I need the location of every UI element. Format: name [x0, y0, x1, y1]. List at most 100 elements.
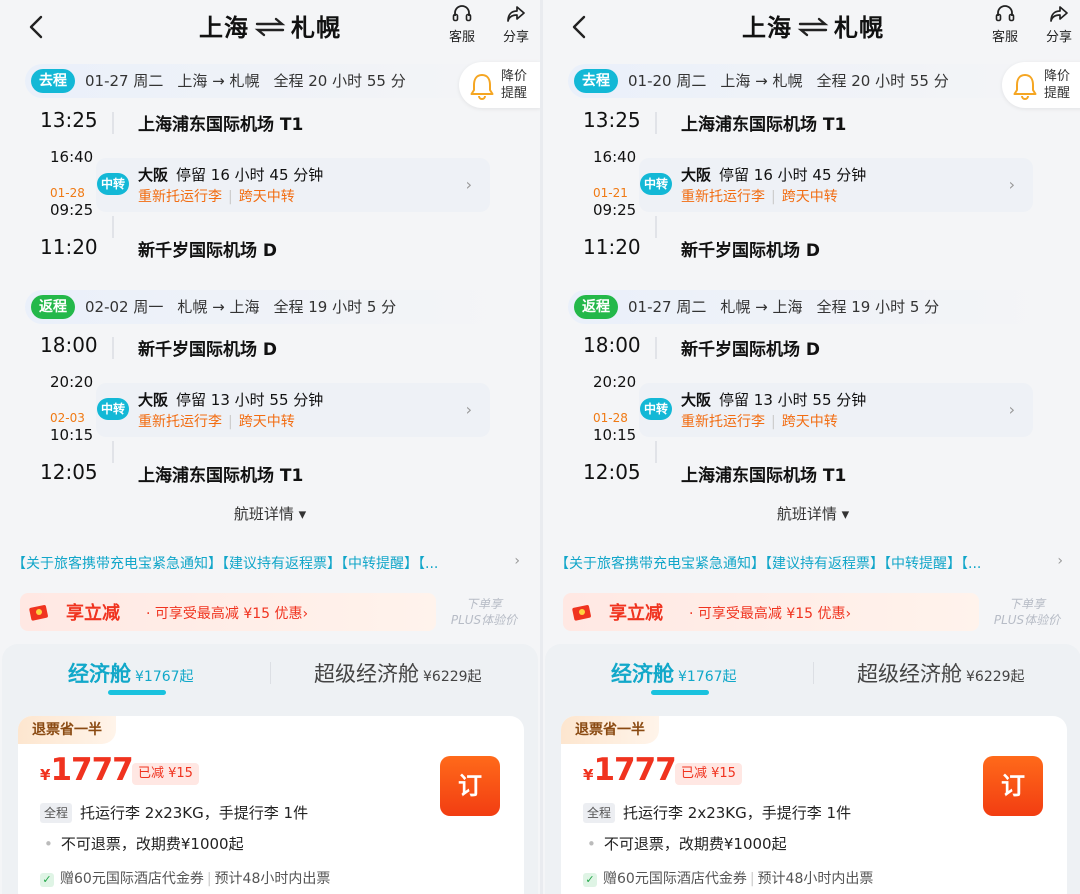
timeline-line	[655, 112, 657, 134]
return-arrival-airport: 上海浦东国际机场 T1	[138, 466, 304, 486]
return-route: 札幌 → 上海	[177, 298, 260, 316]
timeline-line	[655, 216, 657, 238]
discount-badge: 已减 ¥15	[132, 763, 199, 785]
share-icon	[507, 6, 525, 22]
bell-icon	[1013, 74, 1037, 100]
outbound-departure-airport: 上海浦东国际机场 T1	[138, 115, 304, 135]
chevron-right-icon: ›	[465, 175, 472, 194]
notice-bar[interactable]: 【关于旅客携带充电宝紧急通知】【建议持有返程票】【中转提醒】【... ›	[12, 553, 532, 577]
economy-price: ¥1767起	[678, 669, 737, 685]
chevron-right-icon: ›	[1008, 175, 1015, 194]
return-departure-airport: 新千岁国际机场 D	[138, 340, 278, 360]
price-amount: 1777	[593, 752, 676, 788]
header: 上海 札幌 客服 分享	[543, 0, 1080, 60]
bell-icon	[470, 74, 494, 100]
headset-icon	[995, 5, 1015, 22]
return-transfer-card[interactable]: 中转 大阪 停留 13 小时 55 分钟 重新托运行李 | 跨天中转 ›	[639, 383, 1033, 437]
customer-service-button[interactable]: 客服	[440, 4, 484, 45]
full-trip-tag: 全程	[40, 803, 73, 823]
baggage-info: 全程 托运行李 2x23KG，手提行李 1件	[583, 802, 851, 823]
coupon-icon	[572, 605, 591, 621]
outbound-transfer-card[interactable]: 中转 大阪 停留 16 小时 45 分钟 重新托运行李 | 跨天中转 ›	[639, 158, 1033, 212]
header: 上海 札幌 客服 分享	[0, 0, 540, 60]
fare-price: ¥1777	[583, 752, 677, 788]
promo-text: · 可享受最高减 ¥15 优惠›	[146, 606, 309, 622]
tab-economy[interactable]: 经济舱 ¥1767起	[611, 658, 737, 688]
baggage-info: 全程 托运行李 2x23KG，手提行李 1件	[40, 802, 308, 823]
share-label: 分享	[1045, 30, 1072, 45]
economy-name: 经济舱	[68, 662, 131, 686]
outbound-departure-airport: 上海浦东国际机场 T1	[681, 115, 847, 135]
recheck-baggage-warning: 重新托运行李	[681, 414, 765, 430]
return-transfer-card[interactable]: 中转 大阪 停留 13 小时 55 分钟 重新托运行李 | 跨天中转 ›	[96, 383, 490, 437]
price-alert-line1: 降价	[1044, 69, 1071, 84]
return-route: 札幌 → 上海	[720, 298, 803, 316]
outbound-transfer-arrival-time: 16:40	[593, 148, 637, 166]
price-alert-button[interactable]: 降价 提醒	[1002, 62, 1080, 108]
ticketing-eta: 预计48小时内出票	[214, 871, 331, 887]
outbound-date: 01-20 周二	[628, 72, 707, 90]
notice-text: 【关于旅客携带充电宝紧急通知】【建议持有返程票】【中转提醒】【...	[12, 556, 439, 572]
outbound-arrival-time: 11:20	[583, 235, 641, 259]
outbound-date: 01-27 周二	[85, 72, 164, 90]
notice-bar[interactable]: 【关于旅客携带充电宝紧急通知】【建议持有返程票】【中转提醒】【... ›	[555, 553, 1075, 577]
chevron-right-icon: ›	[1008, 400, 1015, 419]
tab-economy[interactable]: 经济舱 ¥1767起	[68, 658, 194, 688]
chevron-right-icon: ›	[465, 400, 472, 419]
refund-badge: 退票省一半	[18, 716, 116, 744]
chevron-right-icon: ›	[1057, 553, 1063, 569]
outbound-tag: 去程	[31, 69, 75, 93]
instant-discount-banner[interactable]: 享立减 · 可享受最高减 ¥15 优惠›	[20, 593, 436, 631]
plus-price-label: 下单享 PLUS体验价	[444, 596, 524, 628]
outbound-transfer-departure-time: 09:25	[50, 201, 94, 219]
gift-info: ✓ 赠60元国际酒店代金券 | 预计48小时内出票	[40, 868, 330, 888]
price-alert-line2: 提醒	[1044, 86, 1071, 101]
share-button[interactable]: 分享	[494, 4, 538, 45]
check-icon: ✓	[40, 873, 54, 887]
origin-city: 上海	[199, 14, 249, 42]
transfer-tag: 中转	[640, 398, 673, 420]
flight-details-toggle[interactable]: 航班详情 ▾	[543, 503, 1080, 524]
transfer-city: 大阪	[681, 166, 712, 184]
outbound-transfer-card[interactable]: 中转 大阪 停留 16 小时 45 分钟 重新托运行李 | 跨天中转 ›	[96, 158, 490, 212]
transfer-city: 大阪	[138, 166, 169, 184]
return-date: 01-27 周二	[628, 298, 707, 316]
overnight-transfer-warning: 跨天中转	[238, 414, 295, 430]
promo-title: 享立减	[66, 603, 120, 624]
return-arrival-time: 12:05	[40, 460, 98, 484]
outbound-departure-time: 13:25	[40, 108, 98, 132]
share-button[interactable]: 分享	[1037, 4, 1080, 45]
outbound-transfer-departure-time: 09:25	[593, 201, 637, 219]
tab-divider	[270, 662, 271, 684]
price-alert-button[interactable]: 降价 提醒	[459, 62, 540, 108]
premium-economy-name: 超级经济舱	[857, 662, 962, 686]
customer-service-label: 客服	[448, 30, 475, 45]
swap-arrows-icon[interactable]	[253, 16, 287, 38]
destination-city: 札幌	[291, 14, 341, 42]
transfer-stay: 停留 13 小时 55 分钟	[719, 391, 867, 409]
plus-line1: 下单享	[1008, 597, 1045, 611]
tab-premium-economy[interactable]: 超级经济舱 ¥6229起	[314, 658, 482, 688]
share-icon	[1050, 6, 1068, 22]
return-departure-time: 18:00	[40, 333, 98, 357]
origin-city: 上海	[742, 14, 792, 42]
swap-arrows-icon[interactable]	[796, 16, 830, 38]
plus-line2: PLUS体验价	[450, 613, 518, 627]
economy-price: ¥1767起	[135, 669, 194, 685]
fare-card: 退票省一半 ¥1777 已减 ¥15 订 全程 托运行李 2x23KG，手提行李 …	[561, 716, 1067, 894]
premium-economy-price: ¥6229起	[966, 669, 1025, 685]
flight-details-toggle[interactable]: 航班详情 ▾	[0, 503, 540, 524]
recheck-baggage-warning: 重新托运行李	[138, 414, 222, 430]
customer-service-label: 客服	[991, 30, 1018, 45]
customer-service-button[interactable]: 客服	[983, 4, 1027, 45]
tab-premium-economy[interactable]: 超级经济舱 ¥6229起	[857, 658, 1025, 688]
return-departure-time: 18:00	[583, 333, 641, 357]
outbound-next-day-date: 01-28	[50, 186, 85, 200]
timeline-line	[655, 441, 657, 463]
instant-discount-banner[interactable]: 享立减 · 可享受最高减 ¥15 优惠›	[563, 593, 979, 631]
book-button[interactable]: 订	[983, 756, 1043, 816]
currency-symbol: ¥	[583, 766, 594, 784]
recheck-baggage-warning: 重新托运行李	[138, 189, 222, 205]
refund-badge: 退票省一半	[561, 716, 659, 744]
book-button[interactable]: 订	[440, 756, 500, 816]
